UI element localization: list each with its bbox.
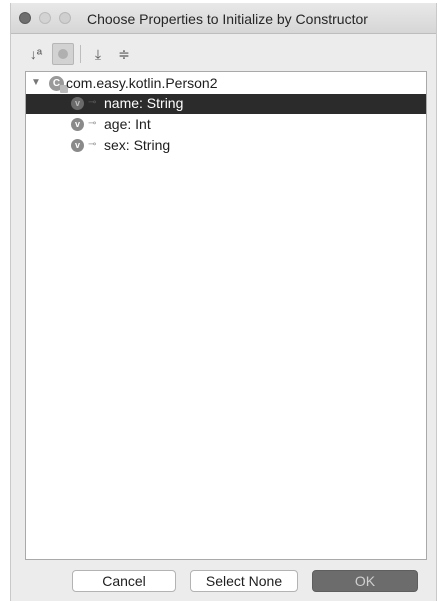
visibility-icon: ⊸	[88, 97, 97, 108]
dialog-window: Choose Properties to Initialize by Const…	[10, 3, 437, 601]
minimize-window-button[interactable]	[39, 12, 51, 24]
property-icon: v	[71, 139, 84, 152]
visibility-icon: ⊸	[88, 139, 97, 150]
tree-root-row[interactable]: ▼ C com.easy.kotlin.Person2	[26, 74, 426, 94]
title-bar[interactable]: Choose Properties to Initialize by Const…	[11, 3, 436, 34]
tree-item-sex[interactable]: v ⊸ sex: String	[26, 136, 426, 156]
property-icon: v	[71, 118, 84, 131]
tree-item-label: age: Int	[104, 116, 151, 132]
tree-root-label: com.easy.kotlin.Person2	[66, 75, 218, 91]
tree-item-label: name: String	[104, 95, 184, 111]
sort-alphabetically-icon[interactable]: ↓ª	[25, 43, 47, 65]
show-inherited-icon[interactable]	[52, 43, 74, 65]
toolbar-separator	[80, 45, 81, 63]
dialog-title: Choose Properties to Initialize by Const…	[87, 11, 368, 27]
zoom-window-button[interactable]	[59, 12, 71, 24]
class-icon: C	[49, 76, 68, 93]
toolbar: ↓ª ⤓ ≑	[25, 41, 325, 69]
tree-item-label: sex: String	[104, 137, 171, 153]
cancel-button[interactable]: Cancel	[72, 570, 176, 592]
select-none-button[interactable]: Select None	[190, 570, 298, 592]
properties-tree[interactable]: ▼ C com.easy.kotlin.Person2 v ⊸ name: St…	[25, 71, 427, 560]
ok-button[interactable]: OK	[312, 570, 418, 592]
tree-item-name[interactable]: v ⊸ name: String	[26, 94, 426, 114]
close-window-button[interactable]	[19, 12, 31, 24]
tree-item-age[interactable]: v ⊸ age: Int	[26, 115, 426, 135]
expand-all-icon[interactable]: ⤓	[87, 43, 109, 65]
property-icon: v	[71, 97, 84, 110]
visibility-icon: ⊸	[88, 118, 97, 129]
background-edge	[0, 0, 10, 602]
expand-arrow-icon[interactable]: ▼	[31, 77, 41, 88]
collapse-all-icon[interactable]: ≑	[113, 43, 135, 65]
